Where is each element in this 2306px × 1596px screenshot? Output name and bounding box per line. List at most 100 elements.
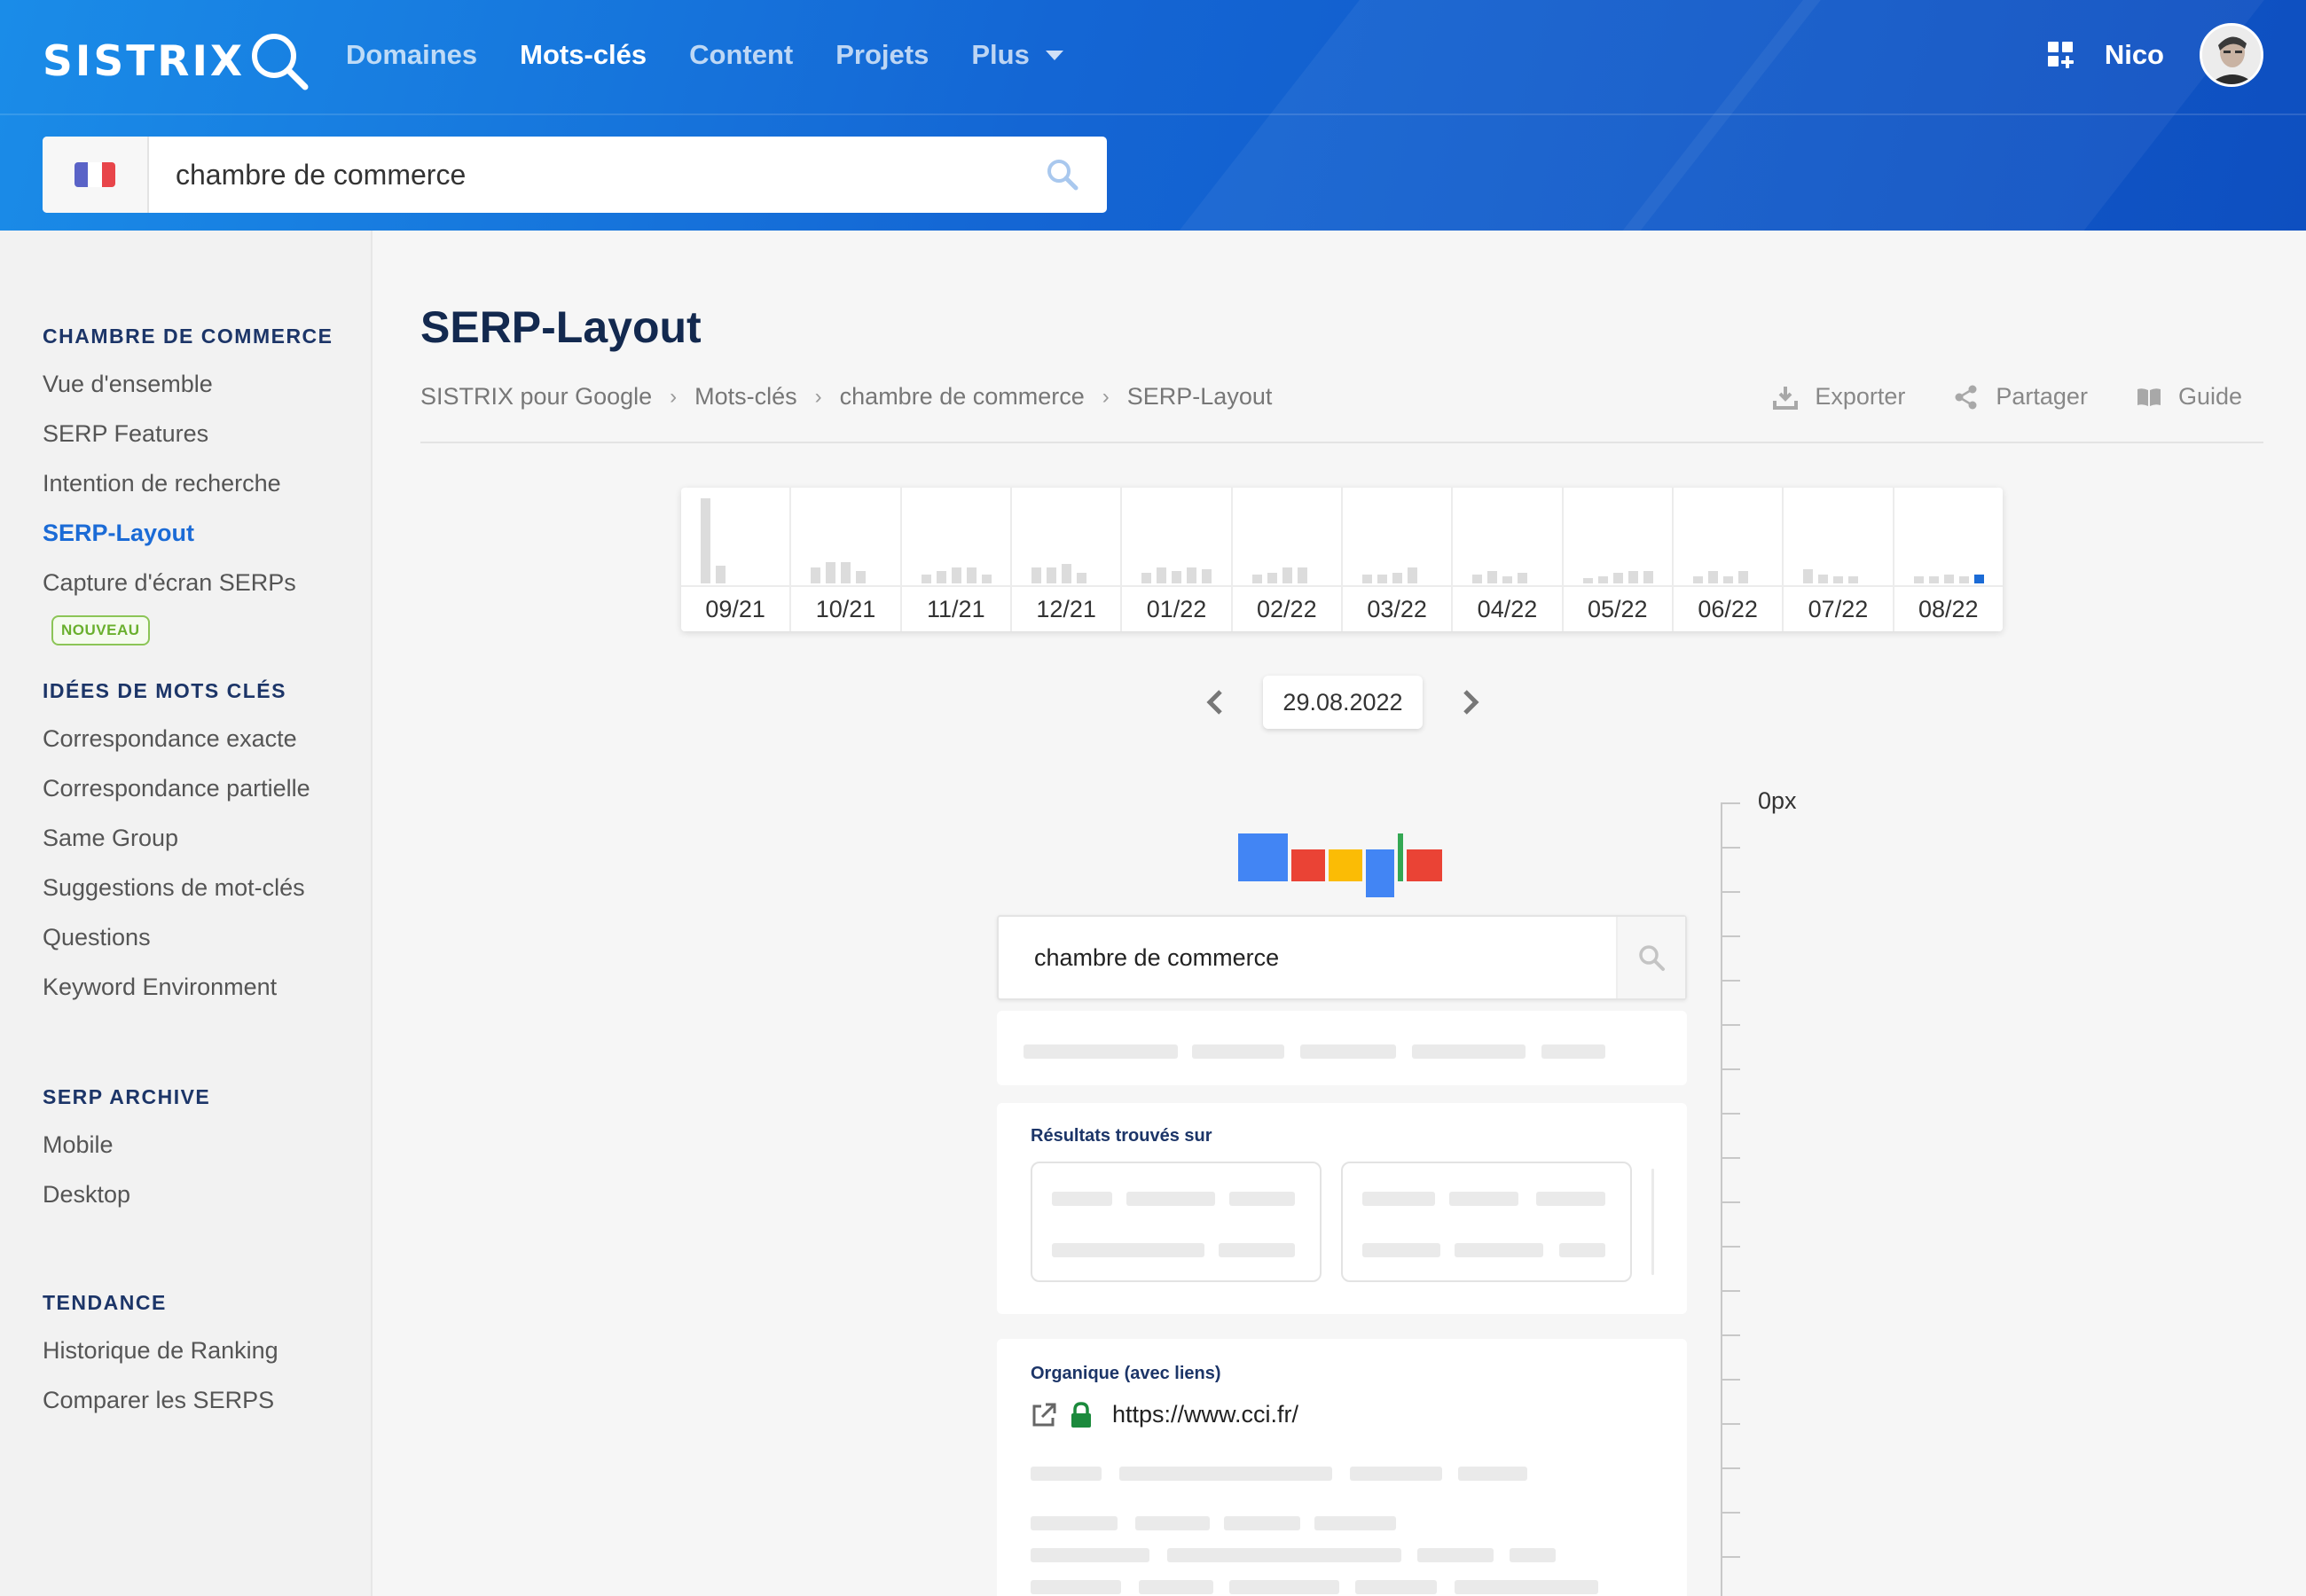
sidebar-item-keyword-environment[interactable]: Keyword Environment xyxy=(43,974,277,1001)
google-logo-block xyxy=(1407,849,1442,881)
chevron-right-icon: › xyxy=(814,384,822,409)
timeline-month[interactable]: 01/22 xyxy=(1122,488,1233,631)
nav-plus[interactable]: Plus xyxy=(971,39,1063,71)
logo-magnifier-icon xyxy=(252,34,309,90)
search-input[interactable]: chambre de commerce xyxy=(149,137,1018,213)
timeline-month[interactable]: 07/22 xyxy=(1784,488,1894,631)
search-button[interactable] xyxy=(1018,137,1107,213)
timeline-bar xyxy=(936,571,946,583)
timeline-mini-bars xyxy=(1361,498,1435,583)
timeline-month[interactable]: 08/22 xyxy=(1894,488,2003,631)
timeline-bar xyxy=(966,567,977,583)
export-label: Exporter xyxy=(1815,383,1906,410)
timeline-month[interactable]: 12/21 xyxy=(1011,488,1123,631)
nav-projets[interactable]: Projets xyxy=(835,39,929,71)
timeline-bar xyxy=(951,567,961,583)
timeline-month[interactable]: 03/22 xyxy=(1342,488,1454,631)
timeline-month[interactable]: 11/21 xyxy=(901,488,1012,631)
sidebar-item-serp-features[interactable]: SERP Features xyxy=(43,420,208,448)
sidebar-item-serp-screenshot[interactable]: Capture d'écran SERPs xyxy=(43,569,296,597)
breadcrumb-item[interactable]: chambre de commerce xyxy=(840,383,1085,411)
nav-mots-cles[interactable]: Mots-clés xyxy=(520,39,647,71)
next-date-button[interactable] xyxy=(1453,685,1488,720)
page-title: SERP-Layout xyxy=(420,302,702,352)
timeline-bar xyxy=(921,575,931,583)
timeline-bar xyxy=(1046,567,1056,583)
skeleton-line xyxy=(1541,1044,1605,1059)
current-date[interactable]: 29.08.2022 xyxy=(1263,676,1423,729)
ruler-tick xyxy=(1721,1556,1740,1558)
timeline-month[interactable]: 02/22 xyxy=(1232,488,1343,631)
timeline-mini-bars xyxy=(1692,498,1766,583)
sidebar-item-ranking-history[interactable]: Historique de Ranking xyxy=(43,1337,278,1365)
timeline-month-label: 05/22 xyxy=(1563,585,1672,631)
timeline-bar xyxy=(1282,567,1292,583)
sidebar-item-same-group[interactable]: Same Group xyxy=(43,825,178,852)
google-logo-block xyxy=(1398,833,1403,881)
sidebar-item-compare-serps[interactable]: Comparer les SERPS xyxy=(43,1387,274,1414)
skeleton-line xyxy=(1314,1516,1396,1530)
ruler-tick xyxy=(1721,1290,1740,1292)
export-button[interactable]: Exporter xyxy=(1772,383,1905,411)
share-icon xyxy=(1955,385,1977,409)
apps-grid-icon[interactable] xyxy=(2047,42,2075,68)
pixel-ruler xyxy=(1721,802,1722,1596)
guide-button[interactable]: Guide xyxy=(2136,383,2242,411)
sidebar-item-serp-layout[interactable]: SERP-Layout xyxy=(43,520,194,547)
date-navigator: 29.08.2022 xyxy=(1197,676,1488,729)
sidebar-item-overview[interactable]: Vue d'ensemble xyxy=(43,371,213,398)
country-selector[interactable] xyxy=(43,137,149,213)
nav-label: Projets xyxy=(835,39,929,70)
nav-content[interactable]: Content xyxy=(689,39,793,71)
page-actions: Exporter Partager Guide xyxy=(1772,383,2242,411)
timeline-bar xyxy=(856,571,867,583)
timeline-bar xyxy=(1202,569,1212,583)
breadcrumb-item[interactable]: Mots-clés xyxy=(694,383,797,411)
skeleton-line xyxy=(1031,1548,1149,1562)
header-divider-line xyxy=(420,442,2263,443)
sidebar-item-mobile[interactable]: Mobile xyxy=(43,1131,114,1159)
sidebar-item-exact-match[interactable]: Correspondance exacte xyxy=(43,725,297,753)
timeline-month[interactable]: 05/22 xyxy=(1563,488,1674,631)
timeline-bar xyxy=(1407,567,1417,583)
timeline-month[interactable]: 06/22 xyxy=(1673,488,1784,631)
skeleton-line xyxy=(1031,1580,1121,1594)
sistrix-logo[interactable]: SISTRIX xyxy=(43,30,310,92)
timeline-bar xyxy=(1582,578,1593,583)
timeline-month[interactable]: 04/22 xyxy=(1453,488,1564,631)
timeline-bar xyxy=(1958,576,1969,583)
google-logo-block xyxy=(1291,849,1325,881)
nav-label: Domaines xyxy=(346,39,478,70)
sidebar-item-partial-match[interactable]: Correspondance partielle xyxy=(43,775,310,802)
ruler-tick xyxy=(1721,1379,1740,1381)
timeline-month[interactable]: 09/21 xyxy=(681,488,792,631)
share-button[interactable]: Partager xyxy=(1953,383,2088,411)
organic-url-row: https://www.cci.fr/ xyxy=(1031,1401,1298,1428)
sidebar-item-suggestions[interactable]: Suggestions de mot-clés xyxy=(43,874,305,902)
breadcrumb-item-current: SERP-Layout xyxy=(1126,383,1273,410)
user-photo-icon xyxy=(2202,26,2261,84)
sidebar-item-search-intent[interactable]: Intention de recherche xyxy=(43,470,281,497)
timeline-month-label: 07/22 xyxy=(1784,585,1893,631)
found-on-tile xyxy=(1341,1162,1632,1282)
external-link-icon[interactable] xyxy=(1031,1402,1057,1428)
timeline-month-label: 11/21 xyxy=(901,585,1010,631)
timeline-mini-bars xyxy=(1031,498,1104,583)
organic-url[interactable]: https://www.cci.fr/ xyxy=(1112,1401,1298,1428)
nav-domaines[interactable]: Domaines xyxy=(346,39,477,71)
avatar[interactable] xyxy=(2200,23,2263,87)
timeline-bar xyxy=(1848,576,1859,583)
previous-date-button[interactable] xyxy=(1197,685,1233,720)
month-timeline: 09/21 10/21 11/21 12/21 01/22 02/22 03/22 04/22… xyxy=(681,488,2003,631)
breadcrumb-item[interactable]: SISTRIX pour Google xyxy=(420,383,652,411)
timeline-bar xyxy=(1518,573,1528,583)
sidebar-item-desktop[interactable]: Desktop xyxy=(43,1181,130,1209)
user-name[interactable]: Nico xyxy=(2105,39,2164,71)
chevron-right-icon: › xyxy=(1102,384,1110,409)
timeline-bar xyxy=(1628,571,1638,583)
timeline-bar xyxy=(1818,575,1829,583)
timeline-bar xyxy=(1722,576,1733,583)
timeline-month[interactable]: 10/21 xyxy=(791,488,902,631)
sidebar-item-questions[interactable]: Questions xyxy=(43,924,151,951)
timeline-month-label: 10/21 xyxy=(791,585,900,631)
